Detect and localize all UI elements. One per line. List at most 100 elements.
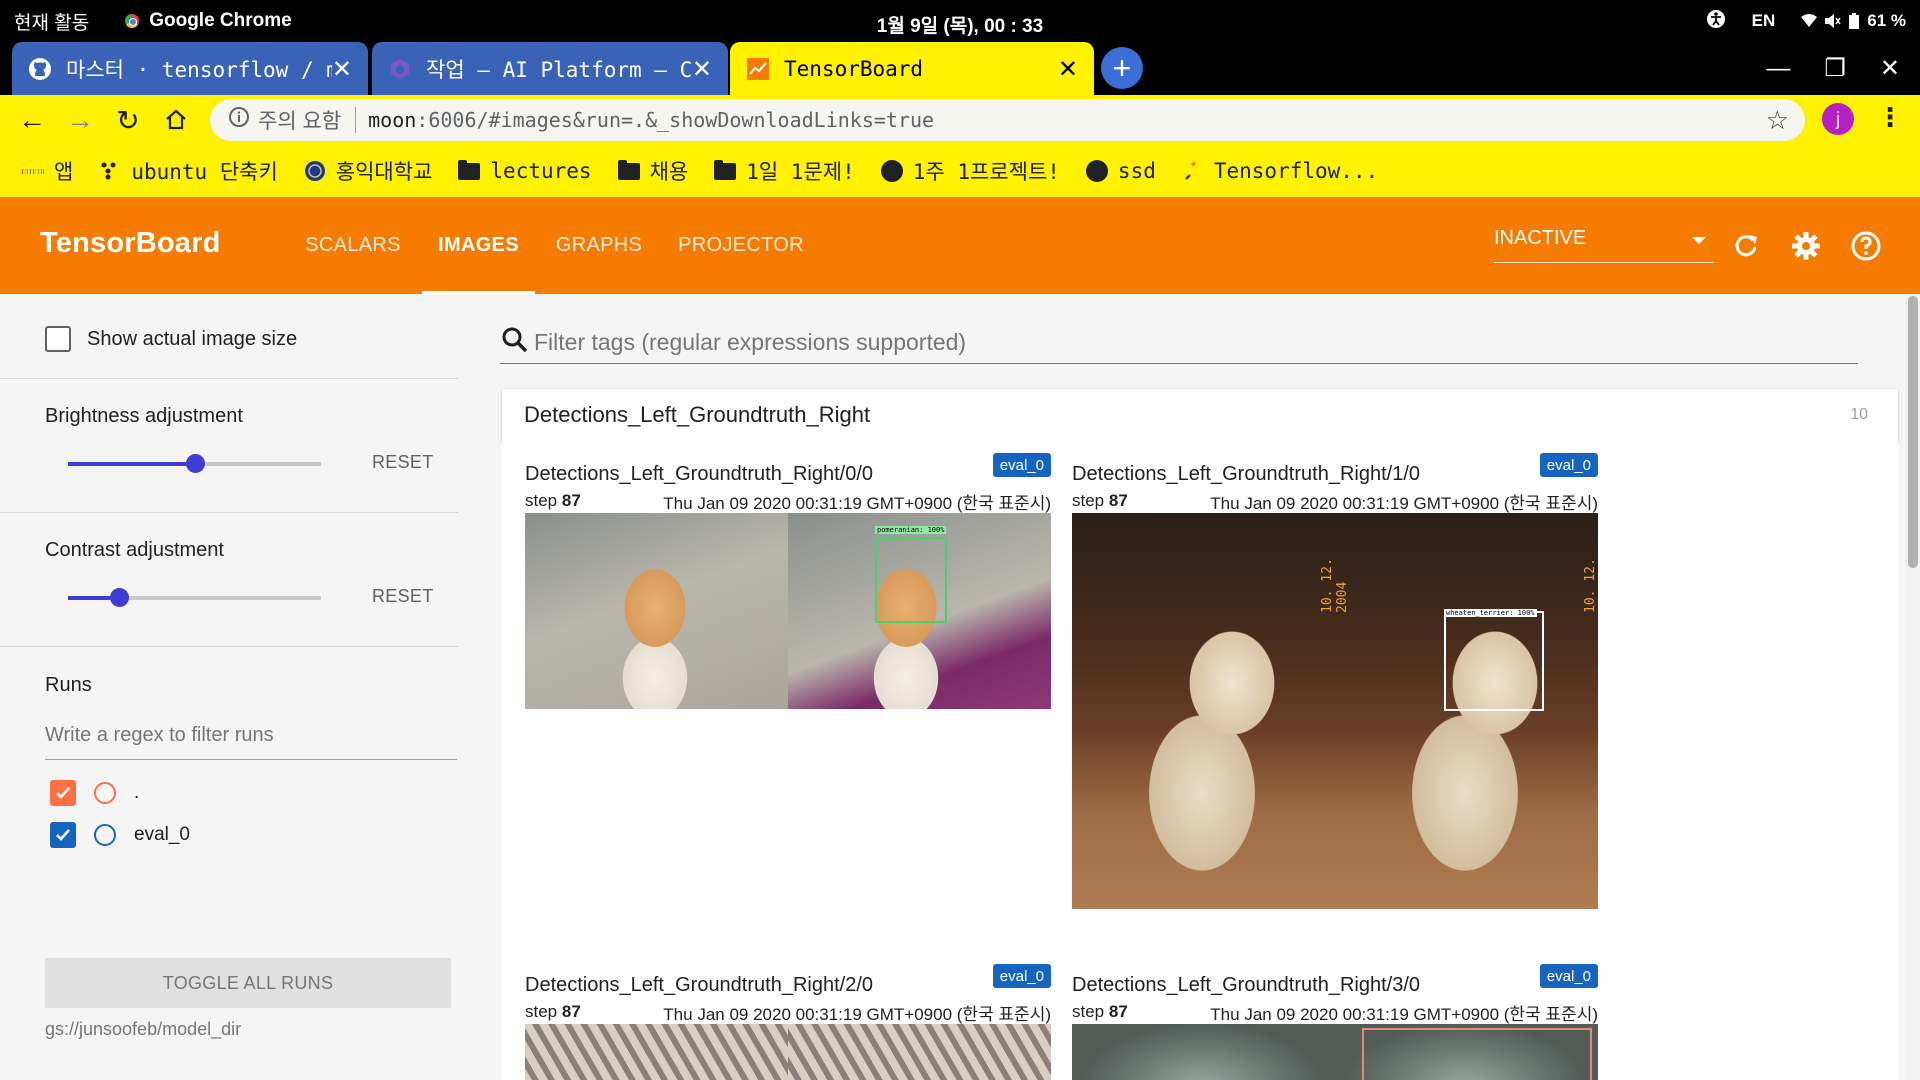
detection-box [1362, 1028, 1592, 1080]
tab-scalars[interactable]: SCALARS [291, 197, 415, 294]
run-checkbox[interactable] [50, 780, 76, 806]
tensorboard-logo: TensorBoard [40, 227, 221, 259]
security-label: 주의 요함 [258, 110, 342, 133]
bookmark-tensorflow[interactable]: Tensorflow... [1182, 159, 1378, 183]
restore-icon[interactable]: ❐ [1824, 54, 1846, 83]
sidebar: Show actual image size Brightness adjust… [0, 294, 458, 1080]
app-menu[interactable]: Google Chrome [125, 10, 292, 32]
slider-fill [68, 462, 195, 466]
tag-filter-input[interactable]: Filter tags (regular expressions support… [500, 322, 1858, 364]
tensorboard-header: TensorBoard SCALARS IMAGES GRAPHS PROJEC… [0, 197, 1920, 294]
browser-tab-github[interactable]: 마스터 · tensorflow / m ✕ [12, 42, 368, 95]
back-icon[interactable]: ← [8, 96, 56, 144]
detection-box [875, 537, 947, 623]
contrast-slider[interactable] [68, 588, 321, 607]
main-content: Filter tags (regular expressions support… [458, 294, 1920, 1080]
slider-thumb[interactable] [109, 588, 129, 607]
bookmark-star-icon[interactable]: ☆ [1766, 105, 1789, 136]
bookmark-lectures[interactable]: lectures [458, 159, 592, 183]
tensorboard-icon [746, 57, 770, 81]
runs-regex-input[interactable]: Write a regex to filter runs [45, 724, 457, 760]
accessibility-icon[interactable] [1706, 9, 1726, 34]
divider [0, 646, 458, 647]
category-header[interactable]: Detections_Left_Groundtruth_Right 10 [502, 389, 1898, 441]
language-indicator[interactable]: EN [1752, 11, 1776, 31]
omnibox[interactable]: 주의 요함 moon:6006/#images&run=.&_showDownl… [210, 99, 1805, 141]
plugin-status-dropdown[interactable]: INACTIVE [1494, 227, 1714, 263]
divider [355, 107, 357, 133]
image-meta: step 87 Thu Jan 09 2020 00:31:19 GMT+090… [525, 1000, 1051, 1024]
bookmark-jobs[interactable]: 채용 [617, 156, 688, 186]
logdir-path: gs://junsoofeb/model_dir [45, 1019, 242, 1039]
github-icon [880, 160, 903, 182]
bookmark-apps[interactable]: 앱 [21, 156, 73, 186]
step-value: 87 [1108, 491, 1128, 510]
input-placeholder: Filter tags (regular expressions support… [534, 329, 967, 355]
forward-icon[interactable]: → [56, 96, 104, 144]
photo-date-stamp: 10. 12. 2004 [1583, 558, 1598, 613]
close-window-icon[interactable]: ✕ [1880, 54, 1900, 83]
show-actual-size-option[interactable]: Show actual image size [45, 326, 297, 352]
image-timestamp: Thu Jan 09 2020 00:31:19 GMT+0900 (한국 표준… [663, 493, 1051, 513]
bookmark-daily-problem[interactable]: 1일 1문제! [714, 156, 855, 186]
system-status[interactable]: 61 % [1801, 11, 1906, 31]
reload-icon[interactable]: ↻ [104, 96, 152, 144]
photo-date-stamp: 10. 12. 2004 [1320, 558, 1350, 613]
contrast-reset-button[interactable]: RESET [372, 586, 434, 607]
browser-tab-tensorboard[interactable]: TensorBoard ✕ [730, 42, 1094, 95]
image-thumbnail[interactable] [1072, 1024, 1598, 1080]
image-meta: step 87 Thu Jan 09 2020 00:31:19 GMT+090… [1072, 489, 1598, 513]
category-body: Detections_Left_Groundtruth_Right/0/0 ev… [502, 441, 1898, 1080]
browser-toolbar: ← → ↻ 주의 요함 moon:6006/#images&run=.&_sho… [0, 95, 1920, 145]
image-thumbnail[interactable]: 10. 12. 2004 10. 12. 2004 wheaten_terrie… [1072, 513, 1598, 909]
divider [0, 512, 458, 513]
divider [0, 378, 458, 379]
image-thumbnail[interactable] [525, 1024, 1051, 1080]
reload-icon[interactable] [1729, 229, 1763, 263]
step-value: 87 [561, 1002, 581, 1021]
close-icon[interactable]: ✕ [332, 55, 352, 83]
bookmark-hongik[interactable]: 홍익대학교 [304, 156, 432, 186]
run-chip: eval_0 [992, 964, 1051, 988]
tab-projector[interactable]: PROJECTOR [666, 197, 816, 294]
minimize-icon[interactable]: — [1766, 55, 1790, 83]
page-scrollbar[interactable] [1906, 294, 1920, 1080]
site-info-button[interactable]: 주의 요함 [228, 105, 341, 135]
bookmark-ssd[interactable]: ssd [1085, 159, 1156, 183]
tab-graphs[interactable]: GRAPHS [540, 197, 658, 294]
settings-gear-icon[interactable] [1789, 229, 1823, 263]
brightness-slider[interactable] [68, 454, 321, 473]
image-timestamp: Thu Jan 09 2020 00:31:19 GMT+0900 (한국 표준… [663, 1004, 1051, 1024]
image-thumbnail[interactable]: pomeranian: 100% [525, 513, 1051, 709]
brightness-reset-button[interactable]: RESET [372, 452, 434, 473]
run-checkbox[interactable] [50, 822, 76, 848]
profile-avatar[interactable]: j [1822, 103, 1854, 135]
chrome-menu-icon[interactable]: ⋮ [1877, 102, 1903, 133]
run-item[interactable]: eval_0 [50, 822, 190, 848]
run-item[interactable]: . [50, 780, 139, 806]
image-card: Detections_Left_Groundtruth_Right/3/0 ev… [1072, 964, 1598, 1080]
tensorflow-icon [1182, 161, 1204, 181]
close-icon[interactable]: ✕ [692, 55, 712, 83]
browser-tab-ai-platform[interactable]: 작업 – AI Platform – C ✕ [372, 42, 728, 95]
activities-button[interactable]: 현재 활동 [14, 8, 89, 35]
image-card: Detections_Left_Groundtruth_Right/0/0 ev… [525, 453, 1051, 709]
slider-thumb[interactable] [185, 454, 205, 473]
close-icon[interactable]: ✕ [1058, 55, 1078, 83]
image-tag: Detections_Left_Groundtruth_Right/3/0 [1072, 974, 1420, 996]
url-text[interactable]: moon:6006/#images&run=.&_showDownloadLin… [368, 108, 934, 132]
tab-images[interactable]: IMAGES [422, 197, 535, 294]
toggle-all-runs-button[interactable]: TOGGLE ALL RUNS [45, 958, 451, 1008]
folder-icon [617, 159, 640, 181]
apps-grid-icon [21, 161, 45, 181]
scrollbar-thumb[interactable] [1908, 296, 1918, 568]
new-tab-button[interactable]: + [1101, 47, 1143, 89]
image-tag: Detections_Left_Groundtruth_Right/2/0 [525, 974, 873, 996]
category-count: 10 [1850, 406, 1868, 423]
bookmark-ubuntu-shortcuts[interactable]: ubuntu 단축키 [99, 156, 278, 186]
home-icon[interactable] [152, 96, 200, 144]
bookmark-weekly-project[interactable]: 1주 1프로젝트! [880, 156, 1060, 186]
help-icon[interactable] [1849, 229, 1883, 263]
show-actual-size-checkbox[interactable] [45, 326, 71, 352]
github-icon [28, 57, 52, 81]
